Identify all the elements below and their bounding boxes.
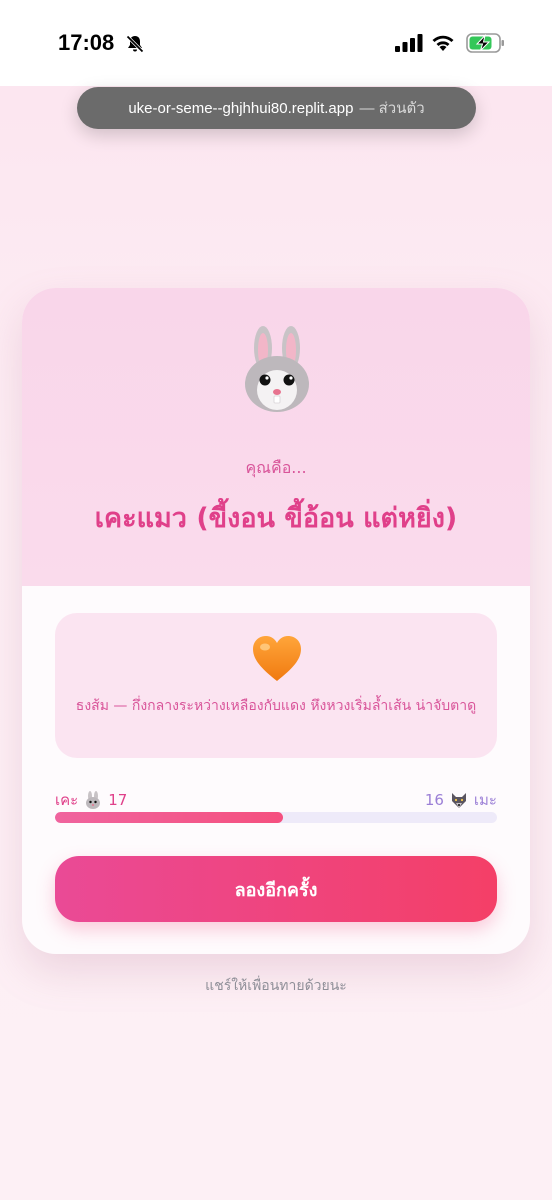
battery-charging-icon — [466, 33, 504, 53]
uke-progress-fill — [55, 812, 283, 823]
rabbit-face-icon — [245, 326, 309, 412]
bell-slash-icon — [126, 35, 144, 53]
rabbit-face-icon — [86, 791, 101, 809]
seme-label-text: เมะ — [473, 791, 497, 809]
browser-url-pill[interactable]: uke-or-seme--ghjhhui80.replit.app — ส่วน… — [77, 87, 476, 129]
share-hint: แชร์ให้เพื่อนทายด้วยนะ — [205, 978, 347, 994]
retry-button[interactable]: ลองอีกครั้ง — [55, 856, 497, 922]
uke-score-value: 17 — [108, 791, 128, 809]
color-description-text: ธงส้ม — กึ่งกลางระหว่างเหลืองกับแดง หึงห… — [75, 698, 477, 714]
color-description-box: ธงส้ม — กึ่งกลางระหว่างเหลืองกับแดง หึงห… — [55, 613, 497, 758]
result-intro: คุณคือ... — [245, 458, 307, 477]
seme-score-label: 16 เมะ — [425, 788, 497, 812]
result-header: คุณคือ... เคะแมว (ขี้งอน ขี้อ้อน แต่หยิ่… — [22, 288, 530, 586]
wifi-icon — [432, 35, 454, 51]
uke-score-label: เคะ 17 — [55, 788, 127, 812]
url-text: uke-or-seme--ghjhhui80.replit.app — [128, 99, 354, 117]
wolf-face-icon — [451, 793, 466, 808]
seme-score-value: 16 — [424, 791, 444, 809]
score-progress-bar — [55, 812, 497, 823]
result-card: คุณคือ... เคะแมว (ขี้งอน ขี้อ้อน แต่หยิ่… — [22, 288, 530, 954]
uke-label-text: เคะ — [55, 791, 79, 809]
result-type-name: เคะแมว (ขี้งอน ขี้อ้อน แต่หยิ่ง) — [94, 503, 458, 534]
status-bar: 17:08 — [0, 0, 552, 86]
cellular-signal-icon — [395, 34, 423, 52]
orange-heart-icon — [253, 636, 301, 681]
private-mode-label: — ส่วนตัว — [359, 100, 425, 117]
status-time: 17:08 — [58, 30, 115, 55]
